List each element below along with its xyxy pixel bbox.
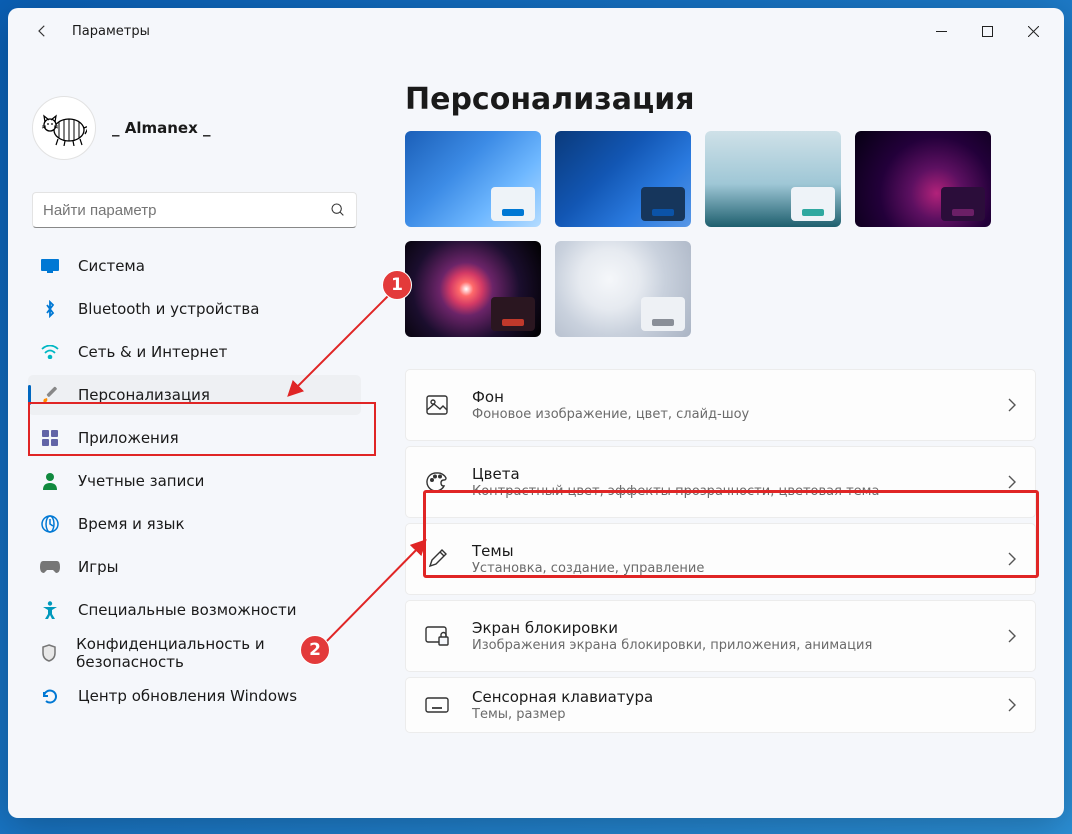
chevron-right-icon xyxy=(1007,628,1017,644)
annotation-badge-2: 2 xyxy=(300,635,330,665)
sidebar-item-label: Сеть & и Интернет xyxy=(78,343,227,361)
sidebar-item-label: Персонализация xyxy=(78,386,210,404)
sidebar-item-3[interactable]: Персонализация xyxy=(28,375,361,415)
sidebar: _ Almanex _ Система Bluetooth и устройств… xyxy=(8,54,373,818)
shield-icon xyxy=(40,643,58,663)
sidebar-item-6[interactable]: Время и язык xyxy=(28,504,361,544)
gamepad-icon xyxy=(40,557,60,577)
sidebar-item-label: Центр обновления Windows xyxy=(78,687,297,705)
theme-chip xyxy=(791,187,835,221)
theme-chip xyxy=(641,187,685,221)
accessibility-icon xyxy=(40,600,60,620)
apps-icon xyxy=(40,428,60,448)
avatar xyxy=(32,96,96,160)
page-title: Персонализация xyxy=(405,82,1036,117)
theme-tile-5[interactable] xyxy=(555,241,691,337)
sidebar-item-label: Специальные возможности xyxy=(78,601,296,619)
back-button[interactable] xyxy=(28,17,56,45)
close-button[interactable] xyxy=(1010,15,1056,47)
setting-row-2[interactable]: ТемыУстановка, создание, управление xyxy=(405,523,1036,595)
setting-text: ФонФоновое изображение, цвет, слайд-шоу xyxy=(472,388,1007,422)
profile-section[interactable]: _ Almanex _ xyxy=(24,68,365,180)
pen-icon xyxy=(424,546,450,572)
setting-title: Темы xyxy=(472,542,1007,560)
theme-tile-2[interactable] xyxy=(705,131,841,227)
sidebar-item-1[interactable]: Bluetooth и устройства xyxy=(28,289,361,329)
sidebar-item-label: Игры xyxy=(78,558,118,576)
search-icon xyxy=(330,202,346,218)
theme-chip xyxy=(491,187,535,221)
minimize-icon xyxy=(936,26,947,37)
brush-icon xyxy=(40,385,60,405)
setting-title: Экран блокировки xyxy=(472,619,1007,637)
sidebar-item-4[interactable]: Приложения xyxy=(28,418,361,458)
wifi-icon xyxy=(40,342,60,362)
sidebar-item-label: Система xyxy=(78,257,145,275)
search-box[interactable] xyxy=(32,192,357,228)
main-content: Персонализация ФонФоновое изображение, ц… xyxy=(373,54,1064,818)
update-icon xyxy=(40,686,60,706)
setting-title: Фон xyxy=(472,388,1007,406)
person-icon xyxy=(40,471,60,491)
palette-icon xyxy=(424,469,450,495)
close-icon xyxy=(1028,26,1039,37)
setting-subtitle: Установка, создание, управление xyxy=(472,561,1007,576)
sidebar-item-label: Bluetooth и устройства xyxy=(78,300,259,318)
setting-row-3[interactable]: Экран блокировкиИзображения экрана блоки… xyxy=(405,600,1036,672)
maximize-icon xyxy=(982,26,993,37)
sidebar-item-label: Время и язык xyxy=(78,515,185,533)
lockscreen-icon xyxy=(424,623,450,649)
theme-tile-0[interactable] xyxy=(405,131,541,227)
clock-globe-icon xyxy=(40,514,60,534)
theme-chip xyxy=(641,297,685,331)
annotation-badge-1: 1 xyxy=(382,270,412,300)
profile-name: _ Almanex _ xyxy=(112,119,210,137)
setting-text: Сенсорная клавиатураТемы, размер xyxy=(472,688,1007,722)
sidebar-item-label: Приложения xyxy=(78,429,179,447)
setting-title: Сенсорная клавиатура xyxy=(472,688,1007,706)
setting-subtitle: Фоновое изображение, цвет, слайд-шоу xyxy=(472,407,1007,422)
sidebar-item-2[interactable]: Сеть & и Интернет xyxy=(28,332,361,372)
sidebar-item-0[interactable]: Система xyxy=(28,246,361,286)
sidebar-item-7[interactable]: Игры xyxy=(28,547,361,587)
bluetooth-icon xyxy=(40,299,60,319)
chevron-right-icon xyxy=(1007,697,1017,713)
maximize-button[interactable] xyxy=(964,15,1010,47)
sidebar-item-label: Учетные записи xyxy=(78,472,204,490)
window-title: Параметры xyxy=(72,24,150,39)
chevron-right-icon xyxy=(1007,551,1017,567)
setting-row-1[interactable]: ЦветаКонтрастный цвет, эффекты прозрачно… xyxy=(405,446,1036,518)
sidebar-item-8[interactable]: Специальные возможности xyxy=(28,590,361,630)
theme-tile-4[interactable] xyxy=(405,241,541,337)
setting-title: Цвета xyxy=(472,465,1007,483)
theme-tile-3[interactable] xyxy=(855,131,991,227)
sidebar-item-10[interactable]: Центр обновления Windows xyxy=(28,676,361,716)
chevron-right-icon xyxy=(1007,397,1017,413)
minimize-button[interactable] xyxy=(918,15,964,47)
title-bar: Параметры xyxy=(8,8,1064,54)
setting-subtitle: Темы, размер xyxy=(472,707,1007,722)
theme-chip xyxy=(941,187,985,221)
keyboard-icon xyxy=(424,692,450,718)
theme-tile-1[interactable] xyxy=(555,131,691,227)
setting-text: ТемыУстановка, создание, управление xyxy=(472,542,1007,576)
setting-row-4[interactable]: Сенсорная клавиатураТемы, размер xyxy=(405,677,1036,733)
setting-text: Экран блокировкиИзображения экрана блоки… xyxy=(472,619,1007,653)
themes-grid xyxy=(405,131,1036,337)
setting-subtitle: Контрастный цвет, эффекты прозрачности, … xyxy=(472,484,1007,499)
chevron-right-icon xyxy=(1007,474,1017,490)
arrow-left-icon xyxy=(33,22,51,40)
setting-subtitle: Изображения экрана блокировки, приложени… xyxy=(472,638,1007,653)
sidebar-item-5[interactable]: Учетные записи xyxy=(28,461,361,501)
theme-chip xyxy=(491,297,535,331)
settings-list: ФонФоновое изображение, цвет, слайд-шоу Ц… xyxy=(405,369,1036,733)
setting-row-0[interactable]: ФонФоновое изображение, цвет, слайд-шоу xyxy=(405,369,1036,441)
image-icon xyxy=(424,392,450,418)
avatar-cat-icon xyxy=(41,110,87,146)
search-input[interactable] xyxy=(43,202,330,219)
setting-text: ЦветаКонтрастный цвет, эффекты прозрачно… xyxy=(472,465,1007,499)
display-icon xyxy=(40,256,60,276)
